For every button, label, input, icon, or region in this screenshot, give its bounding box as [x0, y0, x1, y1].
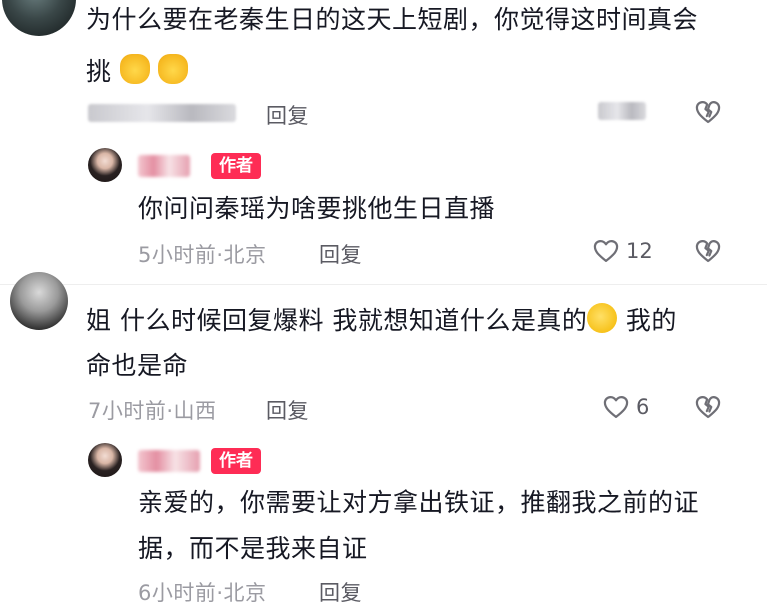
author-badge: 作者	[211, 153, 261, 179]
comment-meta: 6小时前·北京	[138, 581, 267, 605]
like-button[interactable]: 6	[602, 393, 649, 421]
author-name-blurred[interactable]	[138, 155, 190, 177]
clapping-hands-emoji	[119, 54, 150, 84]
comment-meta: 5小时前·北京	[138, 243, 267, 267]
author-avatar[interactable]	[88, 148, 122, 182]
like-count: 12	[626, 239, 653, 263]
clapping-hands-emoji	[158, 54, 189, 84]
reply-button[interactable]: 回复	[319, 577, 362, 607]
like-count: 6	[636, 395, 650, 419]
comment-meta-blurred	[88, 104, 236, 122]
commenter-avatar[interactable]	[10, 272, 68, 330]
reply-text: 据，而不是我来自证	[138, 534, 368, 563]
comment-text-line: 为什么要在老秦生日的这天上短剧，你觉得这时间真会	[86, 5, 699, 34]
reply-button[interactable]: 回复	[266, 100, 309, 130]
comment-text-line: 姐 什么时候回复爆料 我就想知道什么是真的	[86, 306, 588, 335]
reply-text: 亲爱的，你需要让对方拿出铁证，推翻我之前的证	[138, 488, 700, 517]
author-avatar[interactable]	[88, 443, 122, 477]
comment-meta: 7小时前·山西	[88, 399, 217, 423]
like-button[interactable]: 12	[592, 237, 653, 265]
comment-text: 命也是命	[86, 351, 189, 380]
commenter-avatar[interactable]	[2, 0, 76, 36]
comment-text: 姐 什么时候回复爆料 我就想知道什么是真的 我的	[86, 301, 677, 341]
broken-heart-icon[interactable]	[694, 98, 722, 126]
comment-text: 为什么要在老秦生日的这天上短剧，你觉得这时间真会	[86, 0, 698, 40]
divider	[0, 284, 767, 285]
heart-outline-icon	[592, 237, 620, 265]
author-name-blurred[interactable]	[138, 450, 200, 472]
reply-text: 你问问秦瑶为啥要挑他生日直播	[138, 194, 496, 223]
rolling-laughing-emoji	[587, 303, 618, 333]
comment-text: 挑	[86, 52, 189, 92]
reply-button[interactable]: 回复	[266, 395, 309, 425]
broken-heart-icon[interactable]	[694, 393, 722, 421]
comment-text-line: 挑	[86, 57, 112, 86]
heart-outline-icon	[602, 393, 630, 421]
like-count-blurred	[598, 102, 646, 120]
broken-heart-icon[interactable]	[694, 237, 722, 265]
reply-button[interactable]: 回复	[319, 239, 362, 269]
author-badge: 作者	[211, 448, 261, 474]
comment-text-line: 我的	[625, 306, 677, 335]
